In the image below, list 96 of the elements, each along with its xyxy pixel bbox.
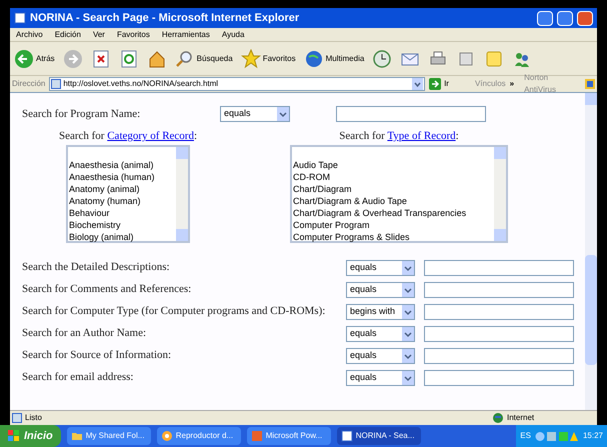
globe-button[interactable]: Multimedia — [304, 48, 364, 68]
operator-dropdown[interactable]: begins with — [346, 304, 415, 320]
refresh-button[interactable] — [118, 48, 139, 68]
text-input[interactable] — [424, 304, 574, 320]
list-option[interactable]: Audio Tape — [293, 159, 494, 171]
home-icon — [146, 48, 167, 68]
field-label: Search for Source of Information: — [22, 348, 172, 364]
list-option[interactable]: Biology (animal) — [69, 231, 176, 243]
note-icon — [484, 48, 504, 68]
list-scrollbar[interactable] — [176, 147, 188, 241]
list-option[interactable]: Biochemistry — [69, 219, 176, 231]
category-link[interactable]: Category of Record — [107, 130, 194, 142]
address-label: Dirección — [12, 78, 46, 90]
scroll-thumb[interactable] — [585, 255, 597, 365]
chevron-button[interactable]: » — [510, 78, 514, 90]
clock: 15:27 — [582, 430, 603, 442]
category-link[interactable]: Type of Record — [387, 130, 456, 142]
field-label: Search for email address: — [22, 370, 134, 386]
menu-item[interactable]: Herramientas — [162, 28, 210, 40]
taskbar-button[interactable]: Reproductor d... — [156, 427, 241, 445]
field-label: Search for Comments and References: — [22, 282, 192, 298]
back-arrow-button[interactable]: Atrás — [14, 48, 55, 68]
search-button[interactable]: Búsqueda — [174, 48, 233, 68]
field-label: Search the Detailed Descriptions: — [22, 260, 171, 276]
operator-dropdown[interactable]: equals — [346, 348, 415, 364]
page-icon — [340, 430, 353, 442]
note-button[interactable] — [484, 48, 504, 68]
windows-logo-icon — [8, 430, 20, 442]
tray-icons-drawing[interactable] — [534, 430, 579, 442]
text-input[interactable] — [424, 348, 574, 364]
field-label: Search for Program Name: — [22, 106, 142, 122]
list-scrollbar[interactable] — [494, 147, 506, 241]
stop-button[interactable] — [90, 48, 111, 68]
list-option[interactable]: CD-ROM — [293, 171, 494, 183]
refresh-icon — [118, 48, 139, 68]
address-field[interactable]: http://oslovet.veths.no/NORINA/search.html — [49, 77, 426, 91]
list-heading: Search for Category of Record: — [58, 129, 198, 142]
text-input[interactable] — [424, 282, 574, 298]
list-option[interactable]: Anaesthesia (animal) — [69, 159, 176, 171]
page-icon — [12, 413, 22, 423]
home-button[interactable] — [146, 48, 167, 68]
go-button[interactable]: Ir — [429, 78, 449, 90]
list-heading: Search for Type of Record: — [339, 129, 459, 142]
window-title: NORINA - Search Page - Microsoft Internet Explorer — [30, 10, 300, 26]
operator-dropdown[interactable]: equals — [346, 370, 415, 386]
list-option[interactable]: Chart/Diagram — [293, 183, 494, 195]
stop-icon — [90, 48, 111, 68]
list-box[interactable]: Anaesthesia (animal) Anaesthesia (human) Anatomy (animal) Anatomy (human) Behaviour Biochemistry Biology (animal) — [66, 145, 190, 243]
menu-item[interactable]: Ver — [92, 28, 105, 40]
taskbar-button[interactable]: My Shared Fol... — [66, 427, 151, 445]
text-input[interactable] — [336, 106, 486, 122]
list-option[interactable]: Chart/Diagram & Audio Tape — [293, 195, 494, 207]
operator-dropdown[interactable]: equals — [346, 260, 415, 276]
disc-icon — [160, 430, 173, 442]
list-option[interactable]: Anatomy (human) — [69, 195, 176, 207]
list-option[interactable]: Anaesthesia (human) — [69, 171, 176, 183]
operator-dropdown[interactable]: equals — [220, 106, 290, 122]
taskbar-button[interactable]: NORINA - Sea... — [336, 427, 421, 445]
page-icon — [51, 79, 62, 89]
field-label: Search for Computer Type (for Computer programs and CD-ROMs): — [22, 304, 326, 320]
globe-icon — [304, 48, 324, 68]
text-input[interactable] — [424, 260, 574, 276]
folder-icon — [70, 430, 83, 442]
status-text: Listo — [25, 412, 43, 424]
menu-item[interactable]: Favoritos — [116, 28, 150, 40]
list-option[interactable]: Behaviour — [69, 207, 176, 219]
field-label: Search for an Author Name: — [22, 326, 148, 342]
go-arrow-icon — [429, 78, 442, 90]
list-option[interactable]: Anatomy (animal) — [69, 183, 176, 195]
operator-dropdown[interactable]: equals — [346, 282, 415, 298]
star-button[interactable]: Favoritos — [240, 48, 296, 68]
menu-item[interactable]: Archivo — [16, 28, 43, 40]
text-input[interactable] — [424, 326, 574, 342]
shield-icon[interactable] — [585, 79, 595, 89]
menu-item[interactable]: Ayuda — [222, 28, 244, 40]
list-option[interactable]: Computer Program — [293, 219, 494, 231]
start-button[interactable]: Inicio — [0, 425, 61, 447]
slides-icon — [250, 430, 263, 442]
operator-dropdown[interactable]: equals — [346, 326, 415, 342]
list-option[interactable]: Computer Programs & Slides — [293, 231, 494, 243]
maximize-button[interactable] — [557, 10, 573, 26]
scrollbar[interactable] — [585, 93, 597, 410]
list-box[interactable]: Audio Tape CD-ROM Chart/Diagram Chart/Diagram & Audio Tape Chart/Diagram & Overhead Transparencies Computer Program Computer Programs & Slides — [290, 145, 508, 243]
minimize-button[interactable] — [537, 10, 553, 26]
star-icon — [240, 48, 261, 68]
list-option[interactable]: Chart/Diagram & Overhead Transparencies — [293, 207, 494, 219]
taskbar-button[interactable]: Microsoft Pow... — [246, 427, 331, 445]
clock-button[interactable] — [372, 48, 392, 68]
zone-text: Internet — [507, 412, 536, 424]
clock-icon — [372, 48, 392, 68]
close-button[interactable] — [577, 10, 593, 26]
globe-icon — [493, 413, 503, 423]
forward-arrow-button[interactable] — [62, 48, 83, 68]
page-icon — [14, 12, 26, 24]
menu-item[interactable]: Edición — [54, 28, 81, 40]
text-input[interactable] — [424, 370, 574, 386]
